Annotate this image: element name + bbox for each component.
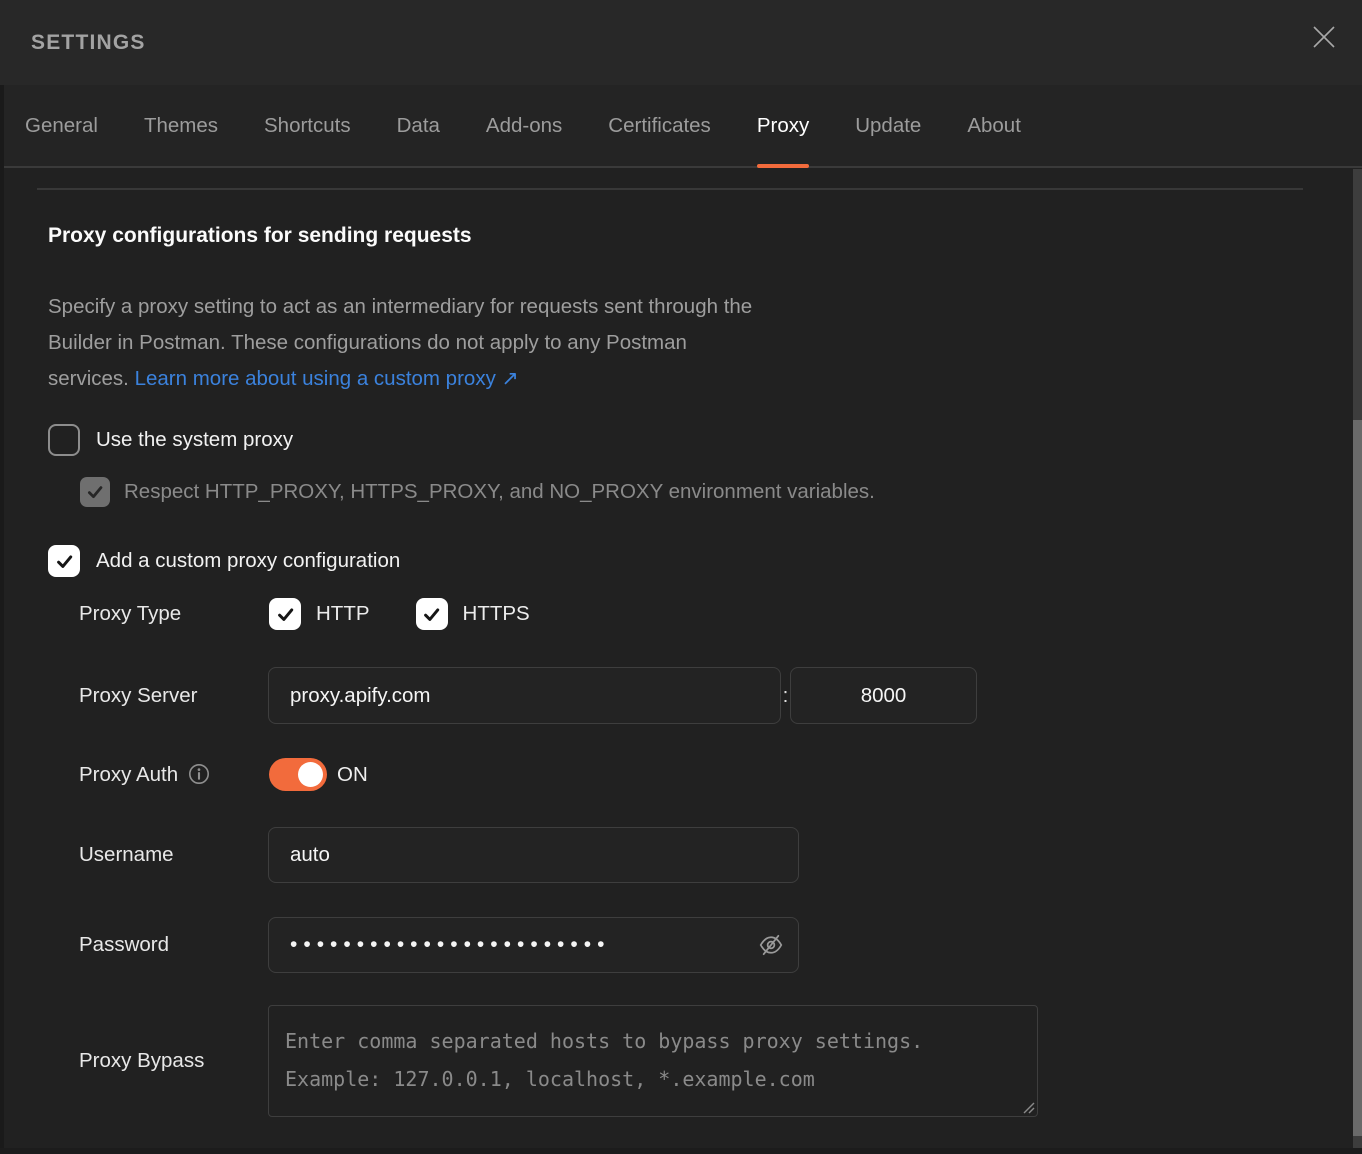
custom-proxy-row: Add a custom proxy configuration <box>48 545 400 577</box>
scrollbar-track[interactable] <box>1353 169 1362 1154</box>
settings-tab-bar: General Themes Shortcuts Data Add-ons Ce… <box>0 85 1362 168</box>
close-button[interactable] <box>1309 22 1339 52</box>
modal-bottom-edge <box>0 1148 1362 1154</box>
https-label: HTTPS <box>463 602 530 626</box>
section-divider <box>37 188 1303 190</box>
tab-about[interactable]: About <box>967 85 1021 166</box>
learn-more-link[interactable]: Learn more about using a custom proxy ↗ <box>135 367 519 390</box>
system-proxy-row: Use the system proxy <box>48 424 293 456</box>
custom-proxy-checkbox[interactable] <box>48 545 80 577</box>
settings-modal: SETTINGS General Themes Shortcuts Data A… <box>0 0 1362 1154</box>
password-input[interactable] <box>268 917 799 973</box>
check-icon <box>54 551 75 572</box>
check-icon <box>275 604 296 625</box>
custom-proxy-label: Add a custom proxy configuration <box>96 549 400 573</box>
section-description: Specify a proxy setting to act as an int… <box>48 289 752 397</box>
password-field <box>268 917 799 973</box>
external-link-icon: ↗ <box>502 367 519 390</box>
description-line-1: Specify a proxy setting to act as an int… <box>48 289 752 325</box>
page-title: SETTINGS <box>31 31 146 55</box>
check-icon <box>421 604 442 625</box>
info-icon[interactable] <box>188 763 210 785</box>
check-icon <box>85 482 105 502</box>
proxy-bypass-field <box>268 1005 1038 1117</box>
proxy-auth-toggle[interactable] <box>269 758 327 791</box>
env-vars-checkbox <box>80 477 110 507</box>
tab-general[interactable]: General <box>25 85 98 166</box>
system-proxy-label: Use the system proxy <box>96 428 293 452</box>
tab-themes[interactable]: Themes <box>144 85 218 166</box>
tab-shortcuts[interactable]: Shortcuts <box>264 85 351 166</box>
env-vars-label: Respect HTTP_PROXY, HTTPS_PROXY, and NO_… <box>124 480 875 504</box>
resize-handle-icon[interactable] <box>1022 1101 1035 1114</box>
tab-proxy[interactable]: Proxy <box>757 85 809 166</box>
tab-add-ons[interactable]: Add-ons <box>486 85 562 166</box>
toggle-password-visibility-button[interactable] <box>756 931 786 959</box>
proxy-server-port-input[interactable] <box>790 667 977 724</box>
description-line-3: services. Learn more about using a custo… <box>48 361 752 397</box>
http-checkbox[interactable] <box>269 598 301 630</box>
proxy-bypass-label: Proxy Bypass <box>79 1005 204 1117</box>
env-vars-row: Respect HTTP_PROXY, HTTPS_PROXY, and NO_… <box>80 477 875 507</box>
app-background-edge <box>0 85 4 1154</box>
scrollbar-thumb[interactable] <box>1353 420 1362 1136</box>
http-label: HTTP <box>316 602 370 626</box>
proxy-type-label: Proxy Type <box>79 600 181 628</box>
username-label: Username <box>79 827 174 883</box>
close-icon <box>1311 24 1337 50</box>
https-checkbox[interactable] <box>416 598 448 630</box>
description-line-3-text: services. <box>48 367 129 390</box>
settings-header: SETTINGS <box>0 0 1362 85</box>
username-input[interactable] <box>268 827 799 883</box>
tab-data[interactable]: Data <box>397 85 440 166</box>
eye-off-icon <box>757 932 785 958</box>
tab-update[interactable]: Update <box>855 85 921 166</box>
proxy-type-controls: HTTP HTTPS <box>269 598 530 630</box>
proxy-server-label: Proxy Server <box>79 667 197 724</box>
proxy-auth-label: Proxy Auth <box>79 761 210 789</box>
tab-proxy-label: Proxy <box>757 114 809 138</box>
toggle-knob <box>298 762 323 787</box>
proxy-server-host-input[interactable] <box>268 667 781 724</box>
proxy-bypass-textarea[interactable] <box>268 1005 1038 1117</box>
section-heading: Proxy configurations for sending request… <box>48 224 472 248</box>
tab-certificates[interactable]: Certificates <box>608 85 711 166</box>
active-tab-indicator <box>757 164 809 168</box>
system-proxy-checkbox[interactable] <box>48 424 80 456</box>
proxy-auth-state: ON <box>337 758 368 791</box>
password-label: Password <box>79 917 169 973</box>
host-port-separator: : <box>781 667 790 724</box>
description-line-2: Builder in Postman. These configurations… <box>48 325 752 361</box>
